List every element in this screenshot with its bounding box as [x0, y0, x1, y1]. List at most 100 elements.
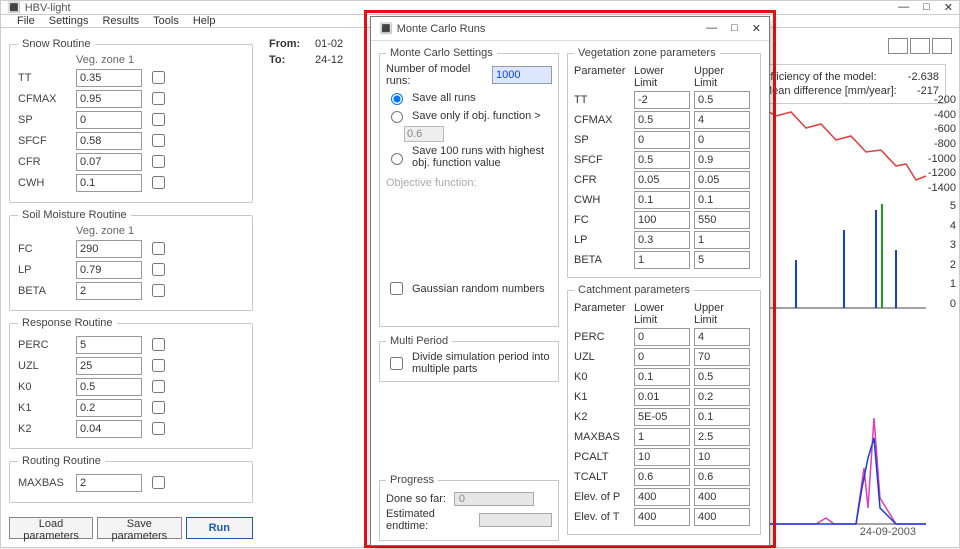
save-all-radio[interactable] [391, 93, 403, 105]
lower-limit-input[interactable] [634, 428, 690, 446]
maximize-icon[interactable]: □ [923, 1, 930, 14]
param-checkbox[interactable] [152, 71, 165, 84]
limit-name: LP [574, 234, 630, 246]
upper-limit-input[interactable] [694, 328, 750, 346]
param-input[interactable] [76, 111, 142, 129]
lower-limit-input[interactable] [634, 231, 690, 249]
lower-limit-input[interactable] [634, 171, 690, 189]
gaussian-checkbox[interactable] [390, 282, 403, 295]
upper-limit-input[interactable] [694, 448, 750, 466]
upper-limit-input[interactable] [694, 111, 750, 129]
menu-file[interactable]: File [17, 15, 35, 27]
menu-tools[interactable]: Tools [153, 15, 179, 27]
limit-name: Elev. of P [574, 491, 630, 503]
lower-limit-input[interactable] [634, 408, 690, 426]
menu-results[interactable]: Results [102, 15, 139, 27]
param-input[interactable] [76, 399, 142, 417]
save-parameters-button[interactable]: Save parameters [97, 517, 182, 539]
lower-limit-input[interactable] [634, 191, 690, 209]
lower-limit-input[interactable] [634, 211, 690, 229]
param-checkbox[interactable] [152, 263, 165, 276]
param-checkbox[interactable] [152, 134, 165, 147]
param-input[interactable] [76, 378, 142, 396]
upper-limit-input[interactable] [694, 131, 750, 149]
upper-limit-input[interactable] [694, 348, 750, 366]
param-checkbox[interactable] [152, 422, 165, 435]
param-input[interactable] [76, 69, 142, 87]
limit-row: K1 [574, 388, 754, 406]
upper-limit-input[interactable] [694, 408, 750, 426]
lower-limit-input[interactable] [634, 448, 690, 466]
param-checkbox[interactable] [152, 113, 165, 126]
lower-limit-input[interactable] [634, 91, 690, 109]
param-input[interactable] [76, 357, 142, 375]
param-checkbox[interactable] [152, 242, 165, 255]
upper-limit-input[interactable] [694, 508, 750, 526]
lower-limit-input[interactable] [634, 468, 690, 486]
param-checkbox[interactable] [152, 359, 165, 372]
param-checkbox[interactable] [152, 155, 165, 168]
lower-limit-input[interactable] [634, 151, 690, 169]
param-input[interactable] [76, 240, 142, 258]
obj-threshold-input[interactable] [404, 126, 444, 142]
upper-limit-input[interactable] [694, 231, 750, 249]
upper-limit-input[interactable] [694, 468, 750, 486]
lower-limit-input[interactable] [634, 131, 690, 149]
param-input[interactable] [76, 282, 142, 300]
close-icon[interactable]: ✕ [944, 1, 953, 14]
param-input[interactable] [76, 90, 142, 108]
param-input[interactable] [76, 132, 142, 150]
upper-limit-input[interactable] [694, 171, 750, 189]
lower-limit-input[interactable] [634, 348, 690, 366]
param-checkbox[interactable] [152, 380, 165, 393]
param-input[interactable] [76, 474, 142, 492]
divide-period-checkbox[interactable] [390, 357, 403, 370]
save-if-obj-radio[interactable] [391, 111, 403, 123]
param-checkbox[interactable] [152, 476, 165, 489]
param-checkbox[interactable] [152, 338, 165, 351]
upper-limit-input[interactable] [694, 488, 750, 506]
lower-limit-input[interactable] [634, 251, 690, 269]
param-input[interactable] [76, 153, 142, 171]
upper-limit-input[interactable] [694, 211, 750, 229]
menu-help[interactable]: Help [193, 15, 216, 27]
lower-limit-input[interactable] [634, 328, 690, 346]
lower-limit-input[interactable] [634, 508, 690, 526]
minimize-icon[interactable]: — [898, 1, 909, 14]
upper-limit-input[interactable] [694, 91, 750, 109]
lower-limit-input[interactable] [634, 368, 690, 386]
limit-name: Elev. of T [574, 511, 630, 523]
upper-limit-input[interactable] [694, 251, 750, 269]
upper-limit-input[interactable] [694, 388, 750, 406]
soil-routine-group: Soil Moisture Routine Veg. zone 1 FCLPBE… [9, 209, 253, 311]
lower-limit-input[interactable] [634, 111, 690, 129]
save-100-radio[interactable] [391, 153, 403, 165]
load-parameters-button[interactable]: Load parameters [9, 517, 93, 539]
run-button[interactable]: Run [186, 517, 253, 539]
dlg-maximize-icon[interactable]: □ [731, 22, 738, 35]
param-input[interactable] [76, 261, 142, 279]
param-name: CFR [18, 156, 70, 168]
param-input[interactable] [76, 174, 142, 192]
upper-limit-input[interactable] [694, 428, 750, 446]
param-checkbox[interactable] [152, 176, 165, 189]
mp-legend: Multi Period [386, 335, 452, 347]
limit-row: Elev. of P [574, 488, 754, 506]
limit-row: LP [574, 231, 754, 249]
param-checkbox[interactable] [152, 401, 165, 414]
lower-limit-input[interactable] [634, 388, 690, 406]
dlg-close-icon[interactable]: ✕ [752, 22, 761, 35]
lower-limit-input[interactable] [634, 488, 690, 506]
param-input[interactable] [76, 420, 142, 438]
upper-limit-input[interactable] [694, 191, 750, 209]
param-input[interactable] [76, 336, 142, 354]
upper-limit-input[interactable] [694, 151, 750, 169]
upper-limit-input[interactable] [694, 368, 750, 386]
menu-settings[interactable]: Settings [49, 15, 89, 27]
param-checkbox[interactable] [152, 284, 165, 297]
number-of-runs-input[interactable] [492, 66, 552, 84]
param-checkbox[interactable] [152, 92, 165, 105]
save-all-label: Save all runs [412, 92, 476, 104]
limit-name: FC [574, 214, 630, 226]
dlg-minimize-icon[interactable]: — [706, 22, 717, 35]
